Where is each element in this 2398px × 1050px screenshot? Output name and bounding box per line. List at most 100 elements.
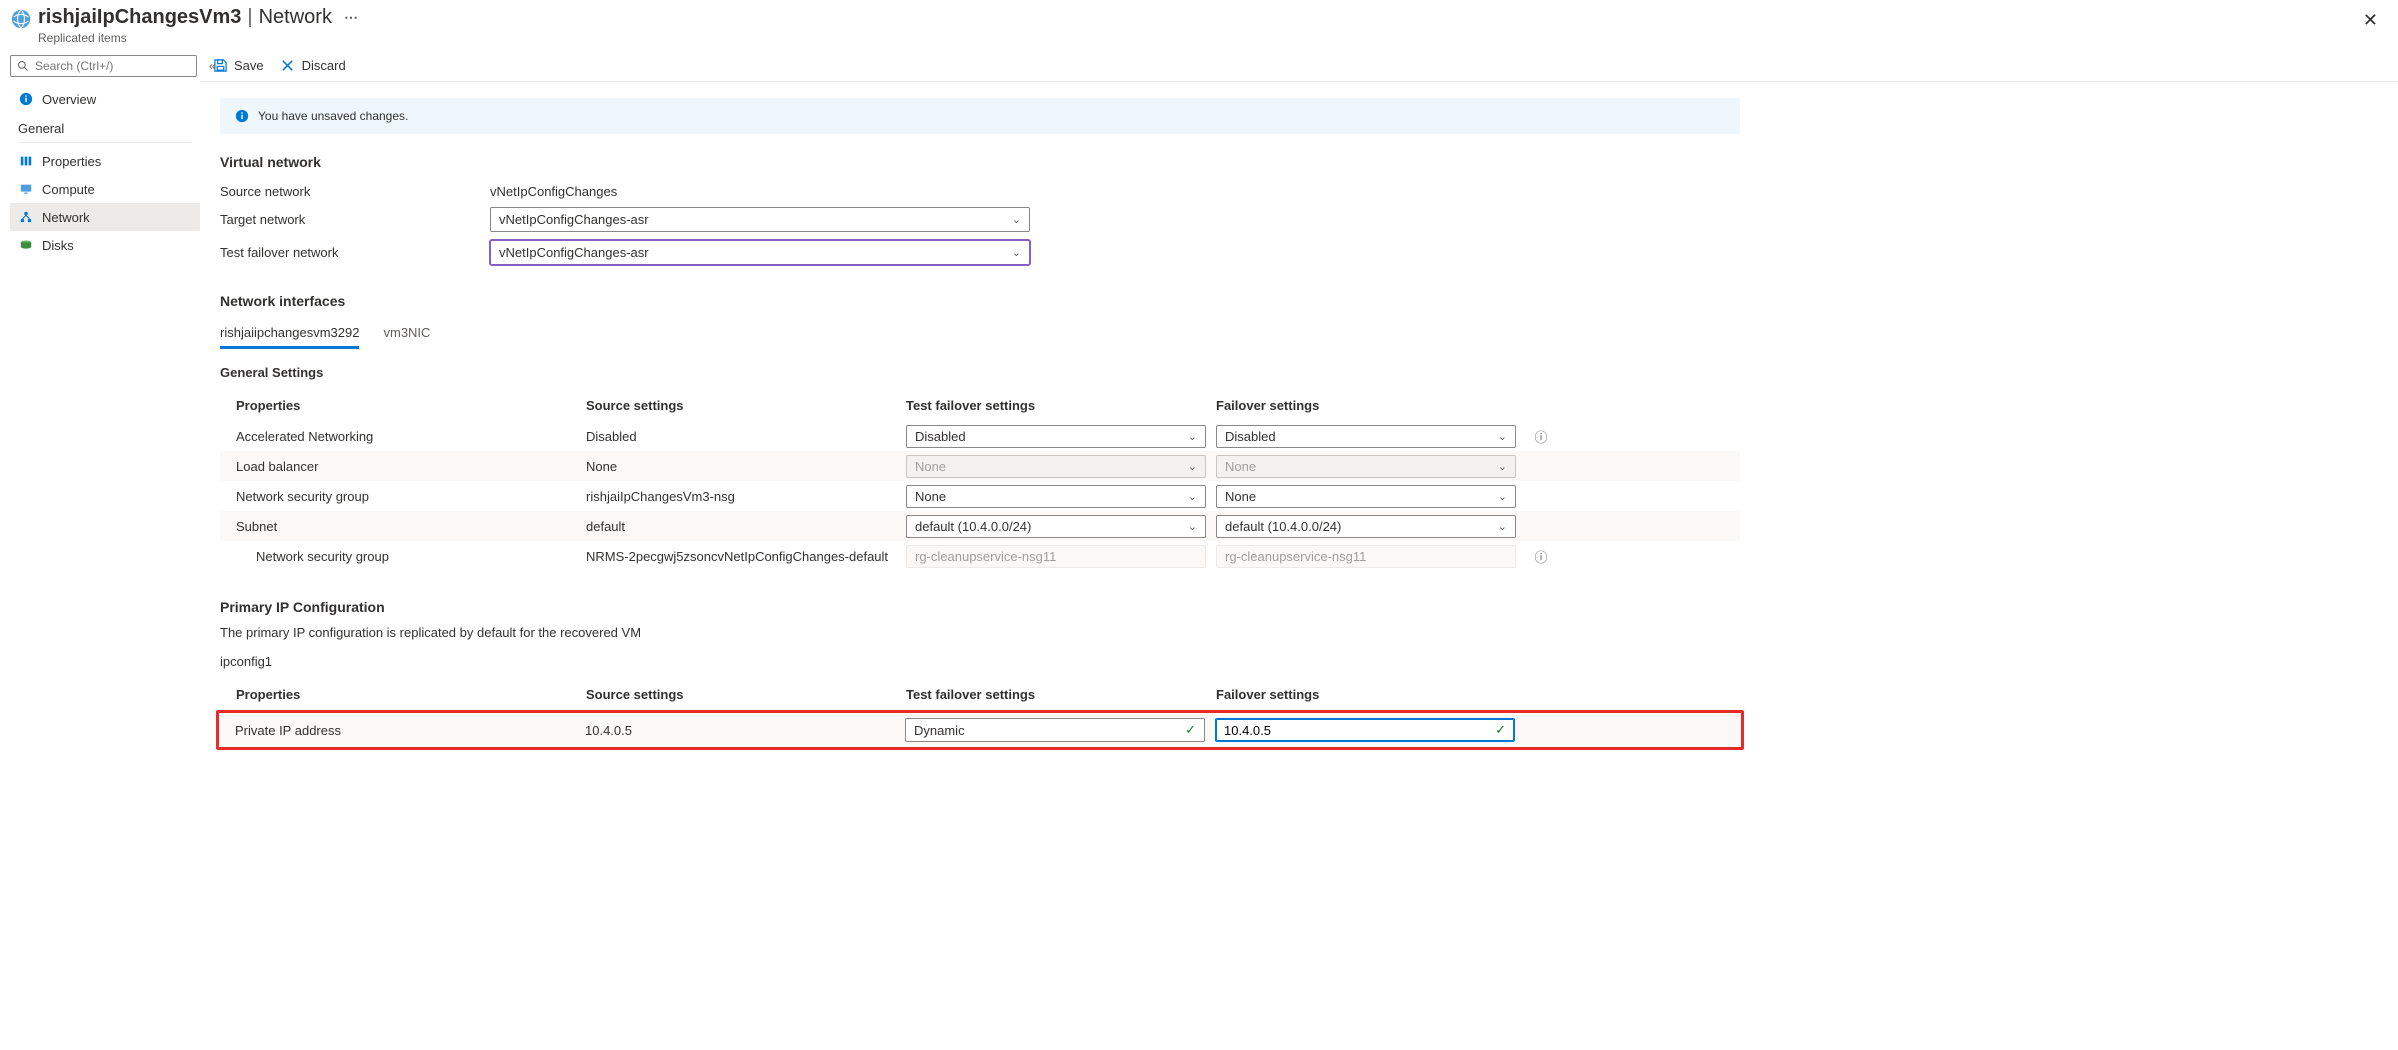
nsg-failover-dropdown[interactable]: None⌄	[1216, 485, 1516, 508]
private-ip-test-input[interactable]: Dynamic ✓	[905, 718, 1205, 742]
row-nsg: Network security group rishjaiIpChangesV…	[220, 481, 1740, 511]
row-subnet-nsg: Network security group NRMS-2pecgwj5zson…	[220, 541, 1740, 571]
network-interfaces-heading: Network interfaces	[220, 293, 1740, 309]
general-settings-heading: General Settings	[220, 365, 1740, 380]
chevron-down-icon: ⌄	[1012, 246, 1021, 259]
info-icon	[18, 91, 34, 107]
source-network-value: vNetIpConfigChanges	[490, 184, 617, 199]
save-button[interactable]: Save	[212, 57, 264, 73]
source-network-label: Source network	[220, 184, 490, 199]
col-test: Test failover settings	[906, 687, 1216, 702]
accel-failover-dropdown[interactable]: Disabled⌄	[1216, 425, 1516, 448]
subnet-failover-dropdown[interactable]: default (10.4.0.0/24)⌄	[1216, 515, 1516, 538]
col-source: Source settings	[586, 398, 906, 413]
search-input[interactable]	[10, 55, 197, 77]
row-label: Network security group	[236, 489, 586, 504]
test-failover-network-label: Test failover network	[220, 245, 490, 260]
highlighted-row-box: Private IP address 10.4.0.5 Dynamic ✓	[216, 710, 1744, 750]
resource-name: rishjaiIpChangesVm3	[38, 6, 241, 29]
dropdown-value: vNetIpConfigChanges-asr	[499, 245, 649, 260]
resource-icon	[10, 8, 32, 30]
row-label: Private IP address	[235, 723, 585, 738]
chevron-down-icon: ⌄	[1498, 430, 1507, 443]
tab-nic-1[interactable]: vm3NIC	[383, 319, 430, 349]
more-icon[interactable]: ⋯	[344, 9, 358, 26]
row-load-balancer: Load balancer None None⌄ None⌄	[220, 451, 1740, 481]
row-source: rishjaiIpChangesVm3-nsg	[586, 489, 906, 504]
target-network-dropdown[interactable]: vNetIpConfigChanges-asr ⌄	[490, 207, 1030, 232]
page-header: rishjaiIpChangesVm3 | Network ⋯ Replicat…	[0, 0, 2398, 49]
subnet-test-dropdown[interactable]: default (10.4.0.0/24)⌄	[906, 515, 1206, 538]
col-failover: Failover settings	[1216, 687, 1526, 702]
divider	[18, 142, 192, 143]
target-network-label: Target network	[220, 212, 490, 227]
dropdown-value: vNetIpConfigChanges-asr	[499, 212, 649, 227]
row-source: None	[586, 459, 906, 474]
virtual-network-heading: Virtual network	[220, 154, 1740, 170]
col-failover: Failover settings	[1216, 398, 1526, 413]
general-settings-grid: Properties Source settings Test failover…	[220, 390, 1740, 571]
sidebar-item-network[interactable]: Network	[10, 203, 200, 231]
subnet-nsg-failover: rg-cleanupservice-nsg11	[1216, 545, 1516, 568]
subnet-nsg-test: rg-cleanupservice-nsg11	[906, 545, 1206, 568]
sidebar-item-disks[interactable]: Disks	[10, 231, 200, 259]
properties-icon	[18, 153, 34, 169]
row-private-ip: Private IP address 10.4.0.5 Dynamic ✓	[219, 715, 1741, 745]
row-source: Disabled	[586, 429, 906, 444]
private-ip-failover-input[interactable]: ✓	[1215, 718, 1515, 742]
chevron-down-icon: ⌄	[1188, 520, 1197, 533]
check-icon: ✓	[1185, 722, 1196, 738]
sidebar-item-label: Network	[42, 210, 90, 225]
sidebar-item-compute[interactable]: Compute	[10, 175, 200, 203]
row-label: Accelerated Networking	[236, 429, 586, 444]
ip-input-field[interactable]	[1224, 723, 1495, 738]
chevron-down-icon: ⌄	[1498, 460, 1507, 473]
test-failover-network-dropdown[interactable]: vNetIpConfigChanges-asr ⌄	[490, 240, 1030, 265]
chevron-down-icon: ⌄	[1498, 520, 1507, 533]
row-label: Load balancer	[236, 459, 586, 474]
discard-icon	[280, 57, 296, 73]
tab-nic-0[interactable]: rishjaiipchangesvm3292	[220, 319, 359, 349]
chevron-down-icon: ⌄	[1188, 460, 1197, 473]
chevron-down-icon: ⌄	[1188, 430, 1197, 443]
close-button[interactable]: ✕	[2353, 6, 2388, 35]
sidebar-item-label: Compute	[42, 182, 95, 197]
lb-test-dropdown: None⌄	[906, 455, 1206, 478]
search-field[interactable]	[35, 59, 190, 73]
disks-icon	[18, 237, 34, 253]
network-icon	[18, 209, 34, 225]
row-source: NRMS-2pecgwj5zsoncvNetIpConfigChanges-de…	[586, 549, 906, 564]
col-test: Test failover settings	[906, 398, 1216, 413]
sidebar-item-label: Overview	[42, 92, 96, 107]
info-text: You have unsaved changes.	[258, 109, 408, 123]
lb-failover-dropdown: None⌄	[1216, 455, 1516, 478]
toolbar: Save Discard	[200, 49, 2398, 82]
breadcrumb: Replicated items	[38, 31, 2353, 45]
info-bar: You have unsaved changes.	[220, 98, 1740, 134]
nic-tabs: rishjaiipchangesvm3292 vm3NIC	[220, 319, 1740, 349]
collapse-sidebar-button[interactable]: «	[205, 55, 220, 77]
sidebar-item-properties[interactable]: Properties	[10, 147, 200, 175]
info-icon	[234, 108, 250, 124]
primary-ip-heading: Primary IP Configuration	[220, 599, 1740, 615]
discard-button[interactable]: Discard	[280, 57, 346, 73]
sidebar-item-overview[interactable]: Overview	[10, 85, 200, 113]
chevron-down-icon: ⌄	[1188, 490, 1197, 503]
save-label: Save	[234, 58, 264, 73]
main-content: Save Discard You have unsaved changes.	[200, 49, 2398, 1050]
row-subnet: Subnet default default (10.4.0.0/24)⌄ de…	[220, 511, 1740, 541]
ipconfig-name: ipconfig1	[220, 654, 1740, 669]
title-separator: |	[247, 6, 252, 29]
accel-test-dropdown[interactable]: Disabled⌄	[906, 425, 1206, 448]
col-source: Source settings	[586, 687, 906, 702]
col-properties: Properties	[236, 398, 586, 413]
sidebar: « Overview General Properties	[0, 49, 200, 1050]
sidebar-item-label: Properties	[42, 154, 101, 169]
chevron-down-icon: ⌄	[1498, 490, 1507, 503]
info-icon[interactable]: ⓘ	[1526, 547, 1556, 566]
info-icon[interactable]: ⓘ	[1526, 427, 1556, 446]
sidebar-item-label: Disks	[42, 238, 74, 253]
row-source: 10.4.0.5	[585, 723, 905, 738]
col-properties: Properties	[236, 687, 586, 702]
nsg-test-dropdown[interactable]: None⌄	[906, 485, 1206, 508]
